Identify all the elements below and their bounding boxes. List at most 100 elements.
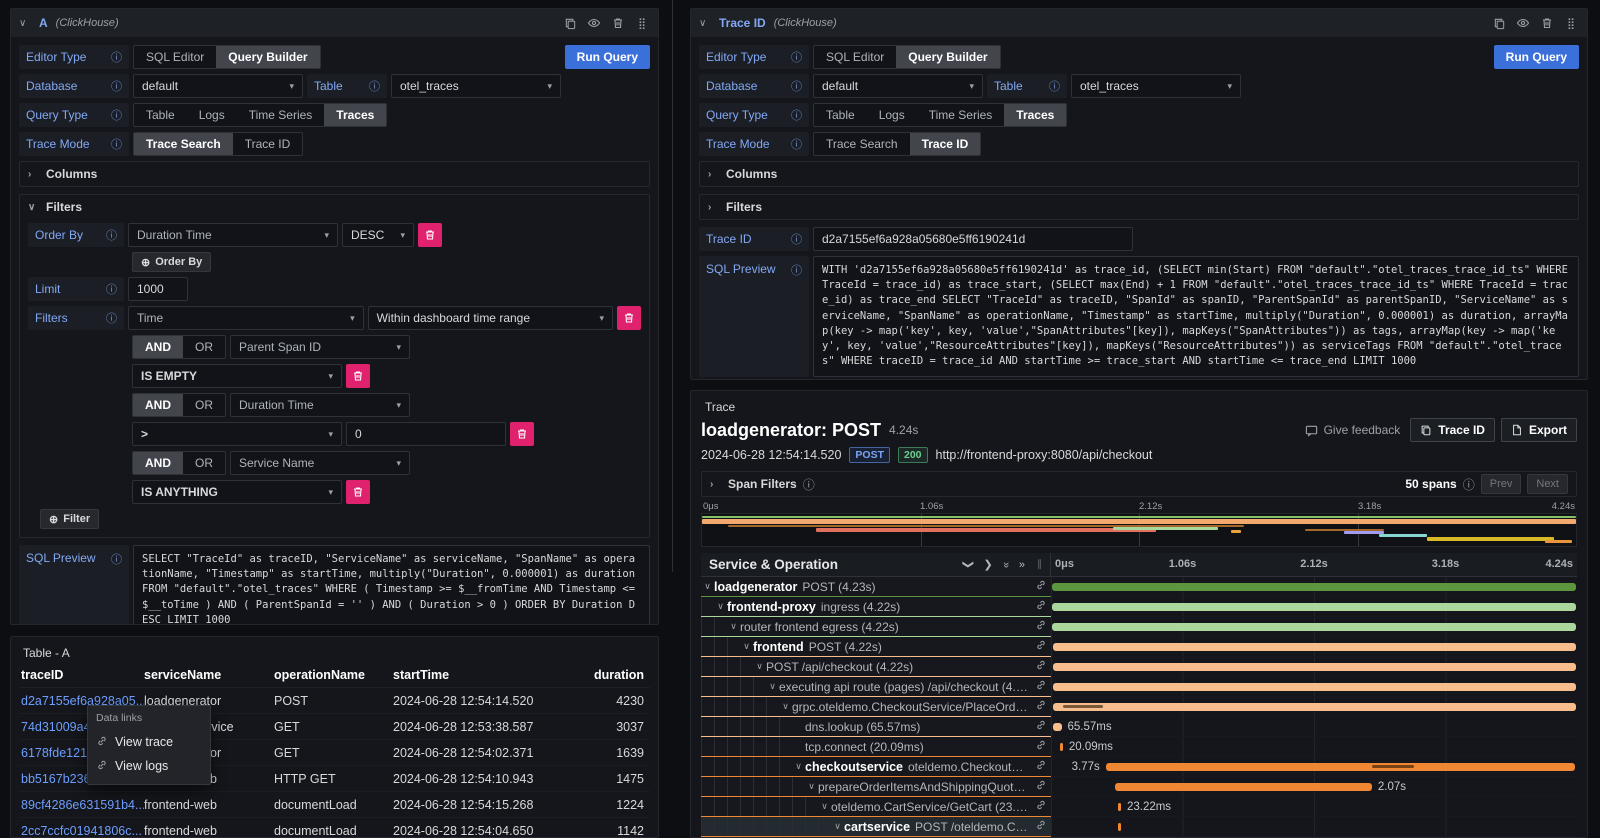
run-query-button[interactable]: Run Query [565, 45, 650, 69]
span-link-icon[interactable] [1031, 819, 1047, 834]
span-expander-icon[interactable]: ∨ [701, 581, 714, 592]
columns-section-toggle[interactable]: ›Columns [700, 162, 1578, 186]
filter-operator-select[interactable]: >▾ [132, 422, 342, 446]
span-expander-icon[interactable]: ∨ [714, 601, 727, 612]
span-gantt-bar[interactable] [1118, 823, 1121, 831]
add-order-by-button[interactable]: ⊕Order By [132, 252, 211, 272]
trace-minimap[interactable] [701, 513, 1577, 547]
or-option[interactable]: OR [183, 394, 225, 416]
remove-filter-button[interactable] [510, 422, 534, 446]
span-link-icon[interactable] [1031, 639, 1047, 654]
span-name-cell[interactable]: ∨frontendPOST (4.22s) [701, 637, 1051, 657]
span-expander-icon[interactable]: ∨ [831, 821, 844, 832]
span-name-cell[interactable]: ∨prepareOrderItemsAndShippingQuoteFromCa… [701, 777, 1051, 797]
duplicate-query-icon[interactable] [562, 15, 578, 31]
collapse-chevron-icon[interactable]: ∨ [699, 18, 711, 29]
tab-table[interactable]: Table [814, 104, 867, 126]
tab-sql-editor[interactable]: SQL Editor [814, 46, 896, 68]
span-expander-icon[interactable]: ∨ [753, 661, 766, 672]
span-link-icon[interactable] [1031, 619, 1047, 634]
remove-filter-button[interactable] [346, 480, 370, 504]
span-expander-icon[interactable]: ∨ [727, 621, 740, 632]
remove-filter-button[interactable] [617, 306, 641, 330]
remove-query-icon[interactable] [1539, 15, 1555, 31]
span-name-cell[interactable]: ∨cartservicePOST /oteldemo.CartService/G… [701, 817, 1051, 837]
span-expander-icon[interactable]: ∨ [792, 761, 805, 772]
filters-section-toggle[interactable]: ›Filters [700, 195, 1578, 219]
col-header-duration[interactable]: duration [563, 668, 648, 682]
span-gantt-bar[interactable] [1053, 723, 1061, 731]
tab-trace-search[interactable]: Trace Search [134, 133, 233, 155]
span-gantt-bar[interactable] [1115, 783, 1372, 791]
tab-trace-search[interactable]: Trace Search [814, 133, 910, 155]
collapse-chevron-icon[interactable]: ∨ [19, 18, 31, 29]
copy-trace-id-button[interactable]: Trace ID [1410, 418, 1495, 442]
span-name-cell[interactable]: ∨frontend-proxyingress (4.22s) [701, 597, 1051, 617]
filter-value-select[interactable]: Within dashboard time range▾ [368, 306, 613, 330]
span-gantt-bar[interactable] [1052, 583, 1576, 591]
trace-id-input[interactable]: d2a7155ef6a928a05680e5ff6190241d [813, 227, 1133, 251]
span-gantt-bar[interactable] [1053, 683, 1576, 691]
expand-chevron-icon[interactable]: › [710, 479, 722, 490]
span-gantt-bar[interactable] [1053, 643, 1576, 651]
span-link-icon[interactable] [1031, 579, 1047, 594]
span-name-cell[interactable]: ∨POST /api/checkout (4.22s) [701, 657, 1051, 677]
span-name-cell[interactable]: ∨oteldemo.CartService/GetCart (23.22ms) [701, 797, 1051, 817]
and-option[interactable]: AND [133, 336, 183, 358]
tab-query-builder[interactable]: Query Builder [216, 46, 319, 68]
and-option[interactable]: AND [133, 452, 183, 474]
info-icon[interactable]: ⓘ [791, 262, 802, 278]
add-filter-button[interactable]: ⊕Filter [40, 509, 99, 529]
col-header-starttime[interactable]: startTime [393, 668, 563, 682]
table-select[interactable]: otel_traces▾ [391, 74, 561, 98]
span-name-cell[interactable]: ∨checkoutserviceoteldemo.CheckoutService… [701, 757, 1051, 777]
info-icon[interactable]: ⓘ [111, 136, 122, 152]
info-icon[interactable]: ⓘ [803, 476, 815, 493]
tab-time-series[interactable]: Time Series [237, 104, 325, 126]
span-link-icon[interactable] [1031, 779, 1047, 794]
drag-handle-icon[interactable]: ⣿ [1563, 15, 1579, 31]
span-gantt-bar[interactable] [1053, 703, 1576, 711]
tab-logs[interactable]: Logs [867, 104, 917, 126]
info-icon[interactable]: ⓘ [791, 231, 802, 247]
info-icon[interactable]: ⓘ [791, 49, 802, 65]
tab-sql-editor[interactable]: SQL Editor [134, 46, 216, 68]
span-name-cell[interactable]: ∨executing api route (pages) /api/checko… [701, 677, 1051, 697]
limit-input[interactable]: 1000 [128, 277, 188, 301]
or-option[interactable]: OR [183, 452, 225, 474]
data-link-view-trace[interactable]: View trace [96, 730, 202, 754]
filters-section-toggle[interactable]: ∨Filters [20, 195, 649, 219]
info-icon[interactable]: ⓘ [1049, 78, 1060, 94]
tab-query-builder[interactable]: Query Builder [896, 46, 999, 68]
collapse-all-icon[interactable]: » [1000, 561, 1012, 567]
span-name-cell[interactable]: tcp.connect (20.09ms) [701, 737, 1051, 757]
info-icon[interactable]: ⓘ [369, 78, 380, 94]
col-header-servicename[interactable]: serviceName [144, 668, 274, 682]
expand-all-icon[interactable]: » [1019, 559, 1025, 571]
span-expander-icon[interactable]: ∨ [805, 781, 818, 792]
span-filters-label[interactable]: Span Filters [728, 477, 797, 491]
collapse-one-icon[interactable]: ❯ [962, 560, 975, 569]
trace-id-link[interactable]: 2cc7ccfc01941806c... [21, 824, 144, 838]
filter-value-input[interactable]: 0 [346, 422, 506, 446]
filter-operator-select[interactable]: IS ANYTHING▾ [132, 480, 342, 504]
or-option[interactable]: OR [183, 336, 225, 358]
info-icon[interactable]: ⓘ [106, 281, 117, 297]
span-expander-icon[interactable]: ∨ [766, 681, 779, 692]
info-icon[interactable]: ⓘ [111, 107, 122, 123]
database-select[interactable]: default▾ [133, 74, 303, 98]
info-icon[interactable]: ⓘ [791, 136, 802, 152]
filter-field-select[interactable]: Duration Time▾ [230, 393, 410, 417]
next-span-button[interactable]: Next [1527, 474, 1568, 494]
trace-id-link[interactable]: 89cf4286e631591b4... [21, 798, 144, 812]
span-name-cell[interactable]: ∨loadgeneratorPOST (4.23s) [701, 577, 1051, 597]
span-gantt-bar[interactable] [1118, 803, 1121, 811]
info-icon[interactable]: ⓘ [791, 107, 802, 123]
span-gantt-bar[interactable] [1106, 763, 1575, 771]
filter-operator-select[interactable]: IS EMPTY▾ [132, 364, 342, 388]
span-link-icon[interactable] [1031, 719, 1047, 734]
remove-query-icon[interactable] [610, 15, 626, 31]
column-resizer[interactable]: ∥ [1037, 559, 1042, 570]
info-icon[interactable]: ⓘ [106, 227, 117, 243]
span-name-cell[interactable]: ∨router frontend egress (4.22s) [701, 617, 1051, 637]
